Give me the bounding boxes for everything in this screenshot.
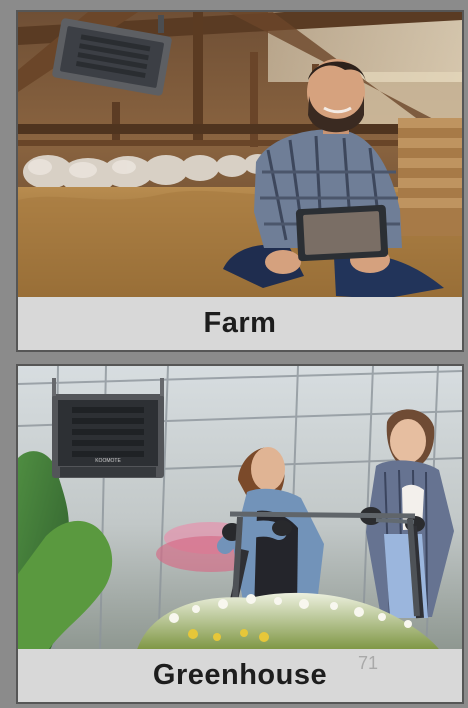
greenhouse-card: KOOMOTE Greenhouse 71 xyxy=(16,364,464,704)
farm-label-bar: Farm xyxy=(18,297,462,350)
farm-scene-image xyxy=(18,12,462,299)
greenhouse-photo: KOOMOTE xyxy=(18,366,462,653)
page-number: 71 xyxy=(357,653,378,673)
greenhouse-scene-image: KOOMOTE xyxy=(18,366,462,653)
farm-label: Farm xyxy=(203,307,277,339)
page-frame: Farm KOOMOTE Greenhouse 71 xyxy=(0,0,468,708)
svg-text:KOOMOTE: KOOMOTE xyxy=(95,458,121,464)
greenhouse-label-bar: Greenhouse 71 xyxy=(18,649,462,702)
greenhouse-label: Greenhouse xyxy=(152,659,328,691)
farm-card: Farm xyxy=(16,10,464,352)
farm-photo xyxy=(18,12,462,299)
